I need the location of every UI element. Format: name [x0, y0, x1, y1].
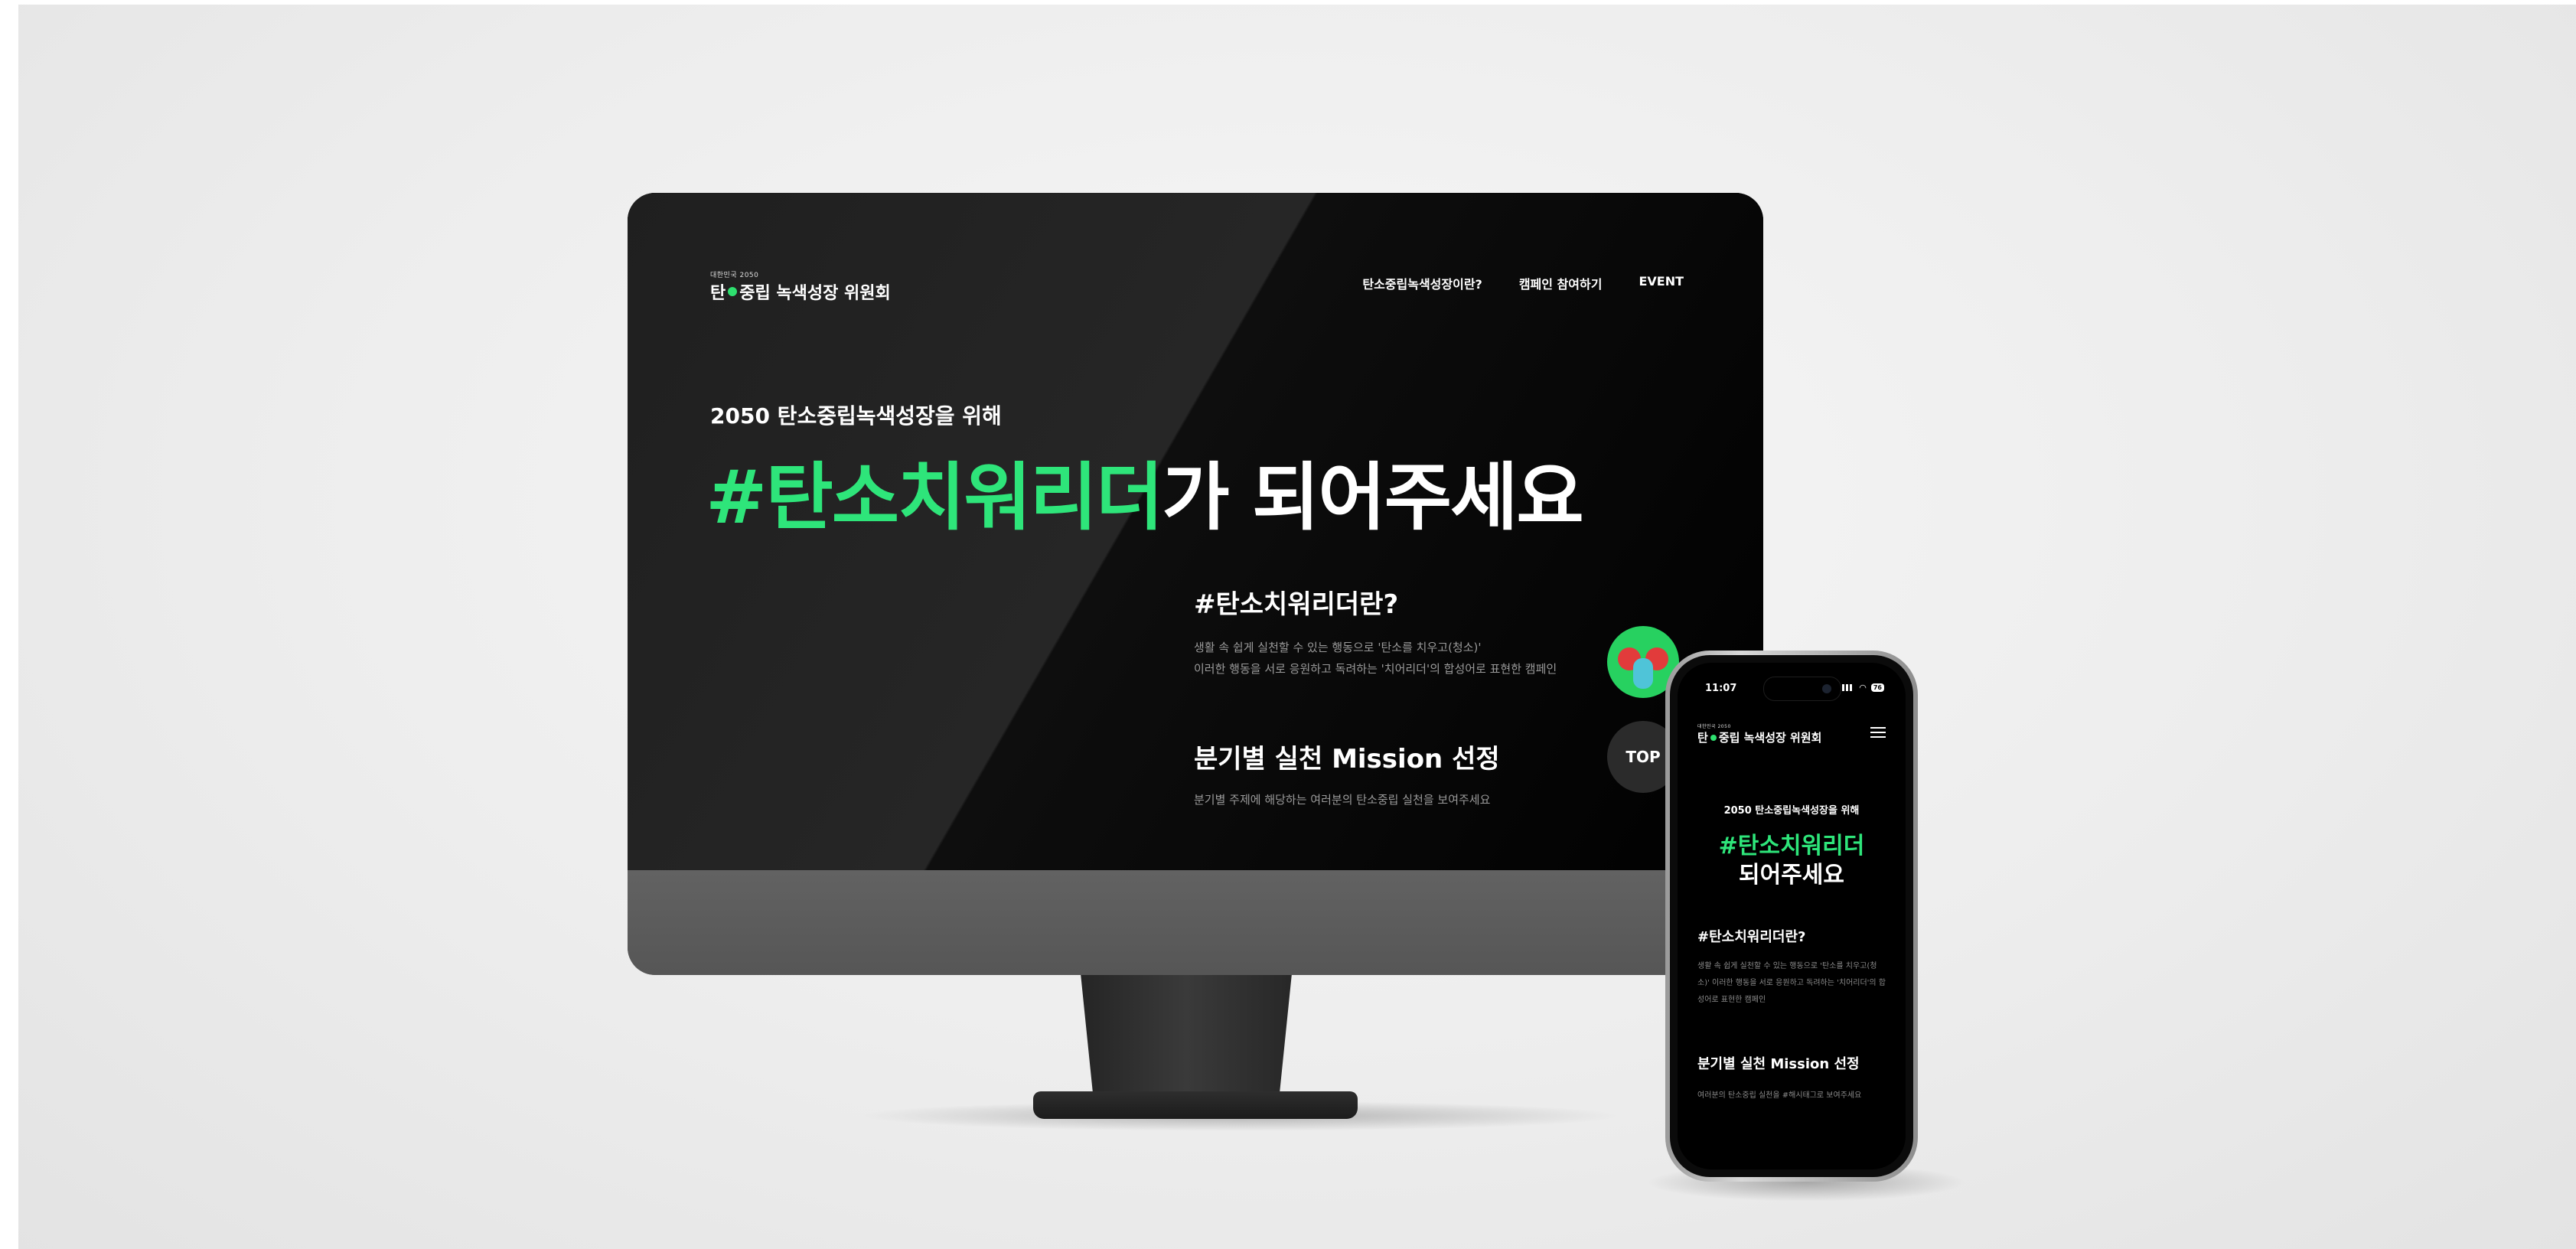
dynamic-island [1763, 677, 1841, 701]
phone-bezel: 11:07 ◠ 76 대한민국 2050 탄 중립 녹색성장 위원회 2050 탄… [1670, 655, 1913, 1177]
mobile-logo-subtext: 대한민국 2050 [1697, 724, 1731, 729]
mobile-logo-leaf-icon [1710, 734, 1717, 741]
wifi-icon: ◠ [1859, 683, 1867, 693]
status-time: 11:07 [1705, 683, 1737, 694]
mobile-hero-headline-rest: 되어주세요 [1739, 862, 1844, 889]
frame-left-border [0, 0, 18, 1249]
logo-title-rest: 중립 녹색성장 위원회 [739, 284, 891, 303]
nav-item-event[interactable]: EVENT [1639, 274, 1684, 292]
info-about-title: #탄소치워리더란? [1194, 589, 1399, 620]
mobile-logo-title-rest: 중립 녹색성장 위원회 [1718, 731, 1822, 745]
hero-headline-accent: #탄소치워리더 [706, 455, 1163, 540]
mobile-logo-title: 탄 중립 녹색성장 위원회 [1697, 729, 1821, 745]
info-mission-title: 분기별 실천 Mission 선정 [1194, 744, 1500, 775]
monitor-bezel: 대한민국 2050 탄 중립 녹색성장 위원회 탄소중립녹색성장이란? 캠페인 참… [628, 193, 1763, 975]
mobile-info-mission-title: 분기별 실천 Mission 선정 [1697, 1056, 1860, 1072]
mobile-phone: 11:07 ◠ 76 대한민국 2050 탄 중립 녹색성장 위원회 2050 탄… [1665, 651, 1918, 1182]
hero-eyebrow: 2050 탄소중립녹색성장을 위해 [710, 403, 1002, 429]
desktop-monitor: 대한민국 2050 탄 중립 녹색성장 위원회 탄소중립녹색성장이란? 캠페인 참… [628, 193, 1763, 975]
mobile-hero-eyebrow: 2050 탄소중립녹색성장을 위해 [1723, 805, 1860, 817]
signal-icon [1842, 684, 1855, 691]
status-icons: ◠ 76 [1842, 683, 1884, 693]
mobile-logo-title-first: 탄 [1697, 731, 1708, 745]
camera-icon [1822, 684, 1831, 693]
frame-top-border [0, 0, 2576, 5]
logo-title: 탄 중립 녹색성장 위원회 [710, 279, 891, 304]
logo-leaf-icon [728, 287, 738, 296]
battery-icon: 76 [1870, 683, 1884, 692]
info-about-desc-line1: 생활 속 쉽게 실천할 수 있는 행동으로 '탄소를 치우고(청소)' [1194, 641, 1482, 654]
mobile-info-mission-desc: 여러분의 탄소중립 실천을 #해시태그로 보여주세요 [1697, 1091, 1862, 1100]
hero-headline: #탄소치워리더가 되어주세요 [706, 438, 1584, 544]
hero-headline-rest: 가 되어주세요 [1162, 455, 1583, 540]
mobile-screen: 11:07 ◠ 76 대한민국 2050 탄 중립 녹색성장 위원회 2050 탄… [1678, 663, 1906, 1169]
nav-item-campaign[interactable]: 캠페인 참여하기 [1519, 274, 1603, 292]
hamburger-menu-icon[interactable] [1870, 727, 1886, 738]
character-icon [1633, 658, 1653, 689]
main-nav: 탄소중립녹색성장이란? 캠페인 참여하기 EVENT [1362, 274, 1684, 292]
site-logo[interactable]: 대한민국 2050 탄 중립 녹색성장 위원회 [710, 269, 891, 304]
monitor-chin [628, 870, 1763, 975]
mobile-site-logo[interactable]: 대한민국 2050 탄 중립 녹색성장 위원회 [1697, 722, 1821, 745]
logo-subtext: 대한민국 2050 [710, 272, 759, 279]
mobile-info-about-desc: 생활 속 쉽게 실천할 수 있는 행동으로 '탄소를 치우고(청소)' 이러한 … [1697, 962, 1886, 1004]
monitor-stand-neck [1081, 973, 1292, 1108]
monitor-stand-base [1033, 1091, 1358, 1119]
nav-item-about[interactable]: 탄소중립녹색성장이란? [1362, 274, 1482, 292]
info-about-desc: 생활 속 쉽게 실천할 수 있는 행동으로 '탄소를 치우고(청소)' 이러한 … [1194, 637, 1557, 680]
info-about-desc-line2: 이러한 행동을 서로 응원하고 독려하는 '치어리더'의 합성어로 표현한 캠페… [1194, 662, 1557, 676]
desktop-screen: 대한민국 2050 탄 중립 녹색성장 위원회 탄소중립녹색성장이란? 캠페인 참… [628, 193, 1763, 870]
logo-title-first: 탄 [710, 284, 726, 303]
info-mission-desc: 분기별 주제에 해당하는 여러분의 탄소중립 실천을 보여주세요 [1194, 793, 1491, 807]
mobile-info-about-title: #탄소치워리더란? [1697, 929, 1806, 945]
